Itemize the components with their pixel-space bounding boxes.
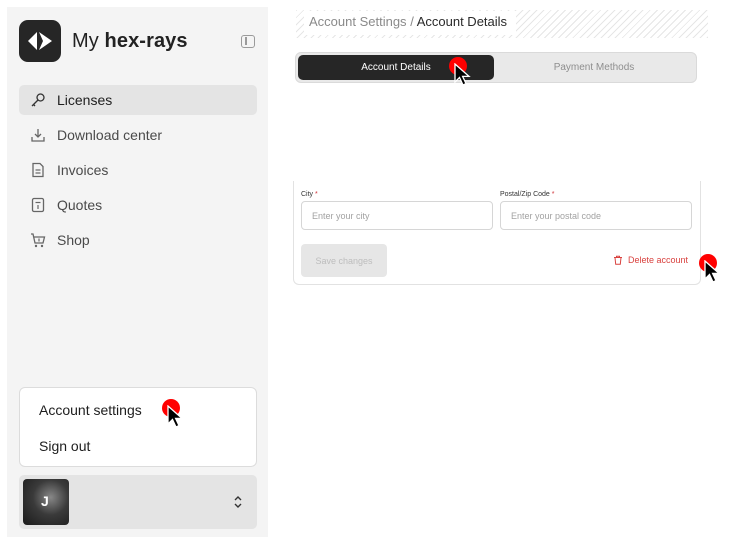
sidebar-item-label: Shop [57, 232, 90, 248]
postal-code-input[interactable] [500, 201, 692, 230]
sign-out-menu-item[interactable]: Sign out [39, 438, 90, 454]
sidebar-item-label: Invoices [57, 162, 109, 178]
cursor-marker [162, 399, 198, 435]
tab-bar: Account Details Payment Methods [295, 52, 697, 83]
tab-payment-methods[interactable]: Payment Methods [496, 55, 692, 80]
save-changes-button[interactable]: Save changes [301, 244, 387, 277]
document-icon [29, 162, 46, 179]
sidebar-item-download-center[interactable]: Download center [19, 120, 257, 150]
brand-prefix: My [72, 30, 99, 52]
city-input[interactable] [301, 201, 493, 230]
receipt-icon [29, 197, 46, 214]
key-icon [29, 92, 46, 109]
breadcrumb-parent[interactable]: Account Settings [309, 14, 407, 29]
brand-title[interactable]: My hex-rays [72, 30, 188, 53]
chevron-up-down-icon [234, 496, 242, 508]
sidebar-item-label: Licenses [57, 92, 113, 108]
cursor-marker [449, 57, 485, 93]
breadcrumb: Account Settings / Account Details [309, 14, 507, 29]
delete-account-button[interactable]: Delete account [613, 255, 688, 265]
delete-account-label: Delete account [628, 255, 689, 265]
cart-icon [29, 232, 46, 249]
cursor-arrow-icon [704, 260, 721, 283]
trash-icon [614, 255, 622, 265]
account-settings-menu-item[interactable]: Account settings [39, 402, 142, 418]
sidebar-item-licenses[interactable]: Licenses [19, 85, 257, 115]
sidebar-toggle-icon[interactable] [241, 35, 255, 48]
download-icon [29, 127, 46, 144]
account-details-form: City * Postal/Zip Code * Save changes De… [293, 181, 701, 285]
sidebar-item-shop[interactable]: Shop [19, 225, 257, 255]
account-menu: Account settings Sign out [19, 387, 257, 467]
city-label-text: City [301, 191, 314, 198]
user-menu-trigger[interactable]: J [19, 475, 257, 529]
required-mark: * [315, 191, 318, 198]
sidebar-item-label: Quotes [57, 197, 103, 213]
cursor-arrow-icon [167, 405, 184, 428]
postal-code-label: Postal/Zip Code * [500, 191, 555, 198]
sidebar-item-quotes[interactable]: Quotes [19, 190, 257, 220]
cursor-arrow-icon [454, 63, 471, 86]
hex-rays-logo-icon[interactable] [19, 20, 61, 62]
avatar-initial: J [41, 493, 49, 509]
avatar: J [23, 479, 69, 525]
cursor-marker [699, 254, 735, 290]
sidebar: My hex-rays Licenses Download center Inv… [7, 7, 268, 537]
city-label: City * [301, 191, 318, 198]
breadcrumb-separator: / [410, 14, 414, 29]
sidebar-item-label: Download center [57, 127, 163, 143]
brand-name: hex-rays [104, 30, 188, 52]
postal-code-label-text: Postal/Zip Code [500, 191, 550, 198]
required-mark: * [551, 191, 555, 198]
breadcrumb-current: Account Details [416, 14, 508, 29]
sidebar-item-invoices[interactable]: Invoices [19, 155, 257, 185]
